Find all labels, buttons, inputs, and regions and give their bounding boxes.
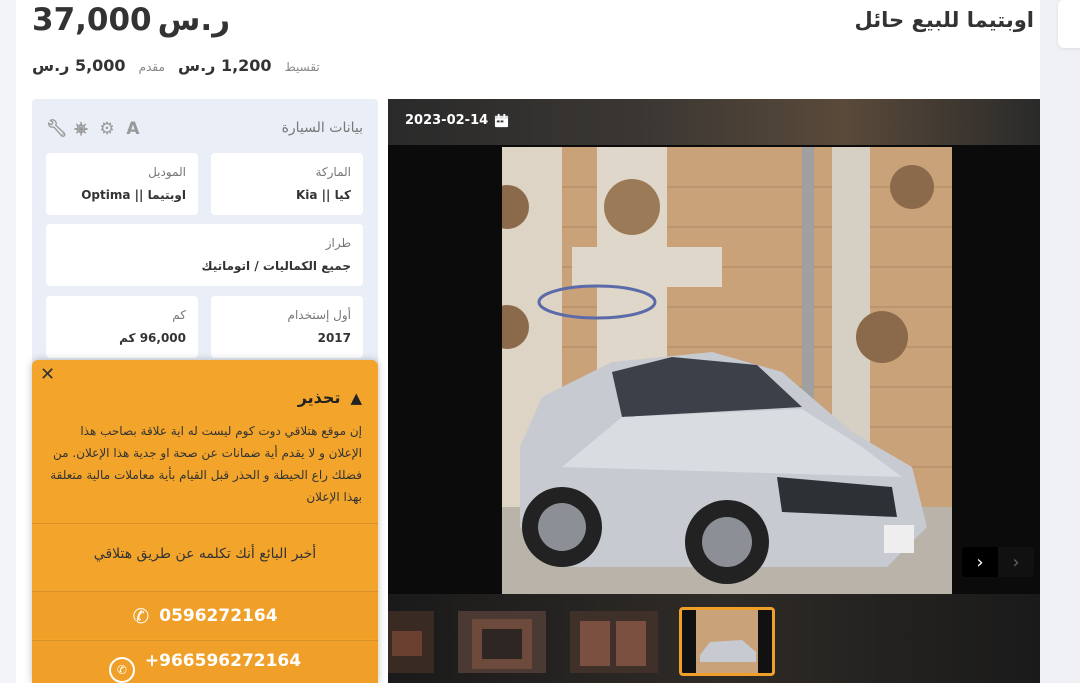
price-value: 37,000: [32, 2, 152, 38]
gallery-nav: › ›: [962, 547, 1034, 577]
field-value: كيا || Kia: [295, 188, 351, 202]
field-label: كم: [172, 308, 186, 322]
down-payment-value: 5,000 ر.س: [32, 56, 126, 75]
field-label: الماركة: [315, 165, 351, 179]
calendar-icon: [495, 113, 509, 128]
contact-hint: أخبر البائع أنك تكلمه عن طريق هتلاقي: [93, 546, 317, 562]
close-icon[interactable]: ✕: [40, 364, 55, 385]
car-data-icons: 🔧︎ ⎈ ⚙ A: [46, 119, 142, 139]
down-payment: مقدم 5,000 ر.س: [32, 56, 165, 75]
field-value: 2017: [317, 331, 351, 345]
right-edge: [1040, 0, 1080, 683]
warning-header: ▲ تحذير: [298, 388, 362, 407]
thumbnail-2[interactable]: [458, 611, 546, 673]
divider: [32, 523, 378, 524]
wrench-icon: 🔧︎: [46, 119, 68, 139]
cogs-icon: ⚙: [99, 119, 115, 139]
field-value: 96,000 كم: [119, 331, 186, 345]
field-label: طراز: [325, 236, 351, 250]
main-car-photo[interactable]: [502, 147, 952, 594]
chevron-right-icon[interactable]: ›: [962, 547, 998, 577]
warning-icon: ▲: [350, 388, 362, 407]
thumbnail-3[interactable]: [570, 611, 658, 673]
phone-number: 0596272164: [159, 605, 278, 626]
whatsapp-icon: ✆: [108, 657, 135, 683]
field-value: جميع الكماليات / اتوماتيك: [201, 259, 351, 273]
warning-title: تحذير: [297, 388, 341, 407]
thumbnail-4-active[interactable]: [679, 607, 775, 676]
font-icon: A: [126, 119, 140, 139]
car-data-title: بيانات السيارة: [281, 120, 363, 136]
listing-title: اوبتيما للبيع حائل: [854, 8, 1034, 32]
field-label: الموديل: [148, 165, 186, 179]
chevron-left-icon[interactable]: ›: [998, 547, 1034, 577]
field-value: اوبتيما || Optima: [81, 188, 186, 202]
installment: تقسيط 1,200 ر.س: [178, 56, 320, 75]
price-currency: ر.س: [157, 2, 231, 38]
whatsapp-button[interactable]: ✆ +966596272164: [32, 640, 378, 683]
installment-value: 1,200 ر.س: [178, 56, 272, 75]
warning-popup: ✕ ▲ تحذير إن موقع هتلاقي دوت كوم ليست له…: [32, 360, 378, 683]
field-make: الماركة كيا || Kia: [211, 153, 363, 215]
down-payment-label: مقدم: [138, 60, 165, 74]
steering-wheel-icon: ⎈: [74, 119, 88, 139]
field-model: الموديل اوبتيما || Optima: [46, 153, 198, 215]
field-label: أول إستخدام: [287, 308, 351, 322]
listing-date: 2023-02-14: [405, 113, 509, 128]
field-trim: طراز جميع الكماليات / اتوماتيك: [46, 224, 363, 286]
field-mileage: كم 96,000 كم: [46, 296, 198, 358]
photo-gallery: 2023-02-14 › ›: [388, 99, 1040, 683]
whatsapp-number: +966596272164: [144, 651, 302, 671]
listing-price: 37,000 ر.س: [32, 2, 230, 38]
field-first-use: أول إستخدام 2017: [211, 296, 363, 358]
warning-text: إن موقع هتلاقي دوت كوم ليست له اية علاقة…: [50, 424, 362, 504]
side-widget: [1058, 0, 1080, 48]
thumbnail-1[interactable]: [388, 611, 434, 673]
date-text: 2023-02-14: [405, 113, 489, 128]
installment-label: تقسيط: [284, 60, 320, 74]
phone-icon: ✆: [132, 603, 150, 628]
call-button[interactable]: ✆ 0596272164: [32, 591, 378, 639]
